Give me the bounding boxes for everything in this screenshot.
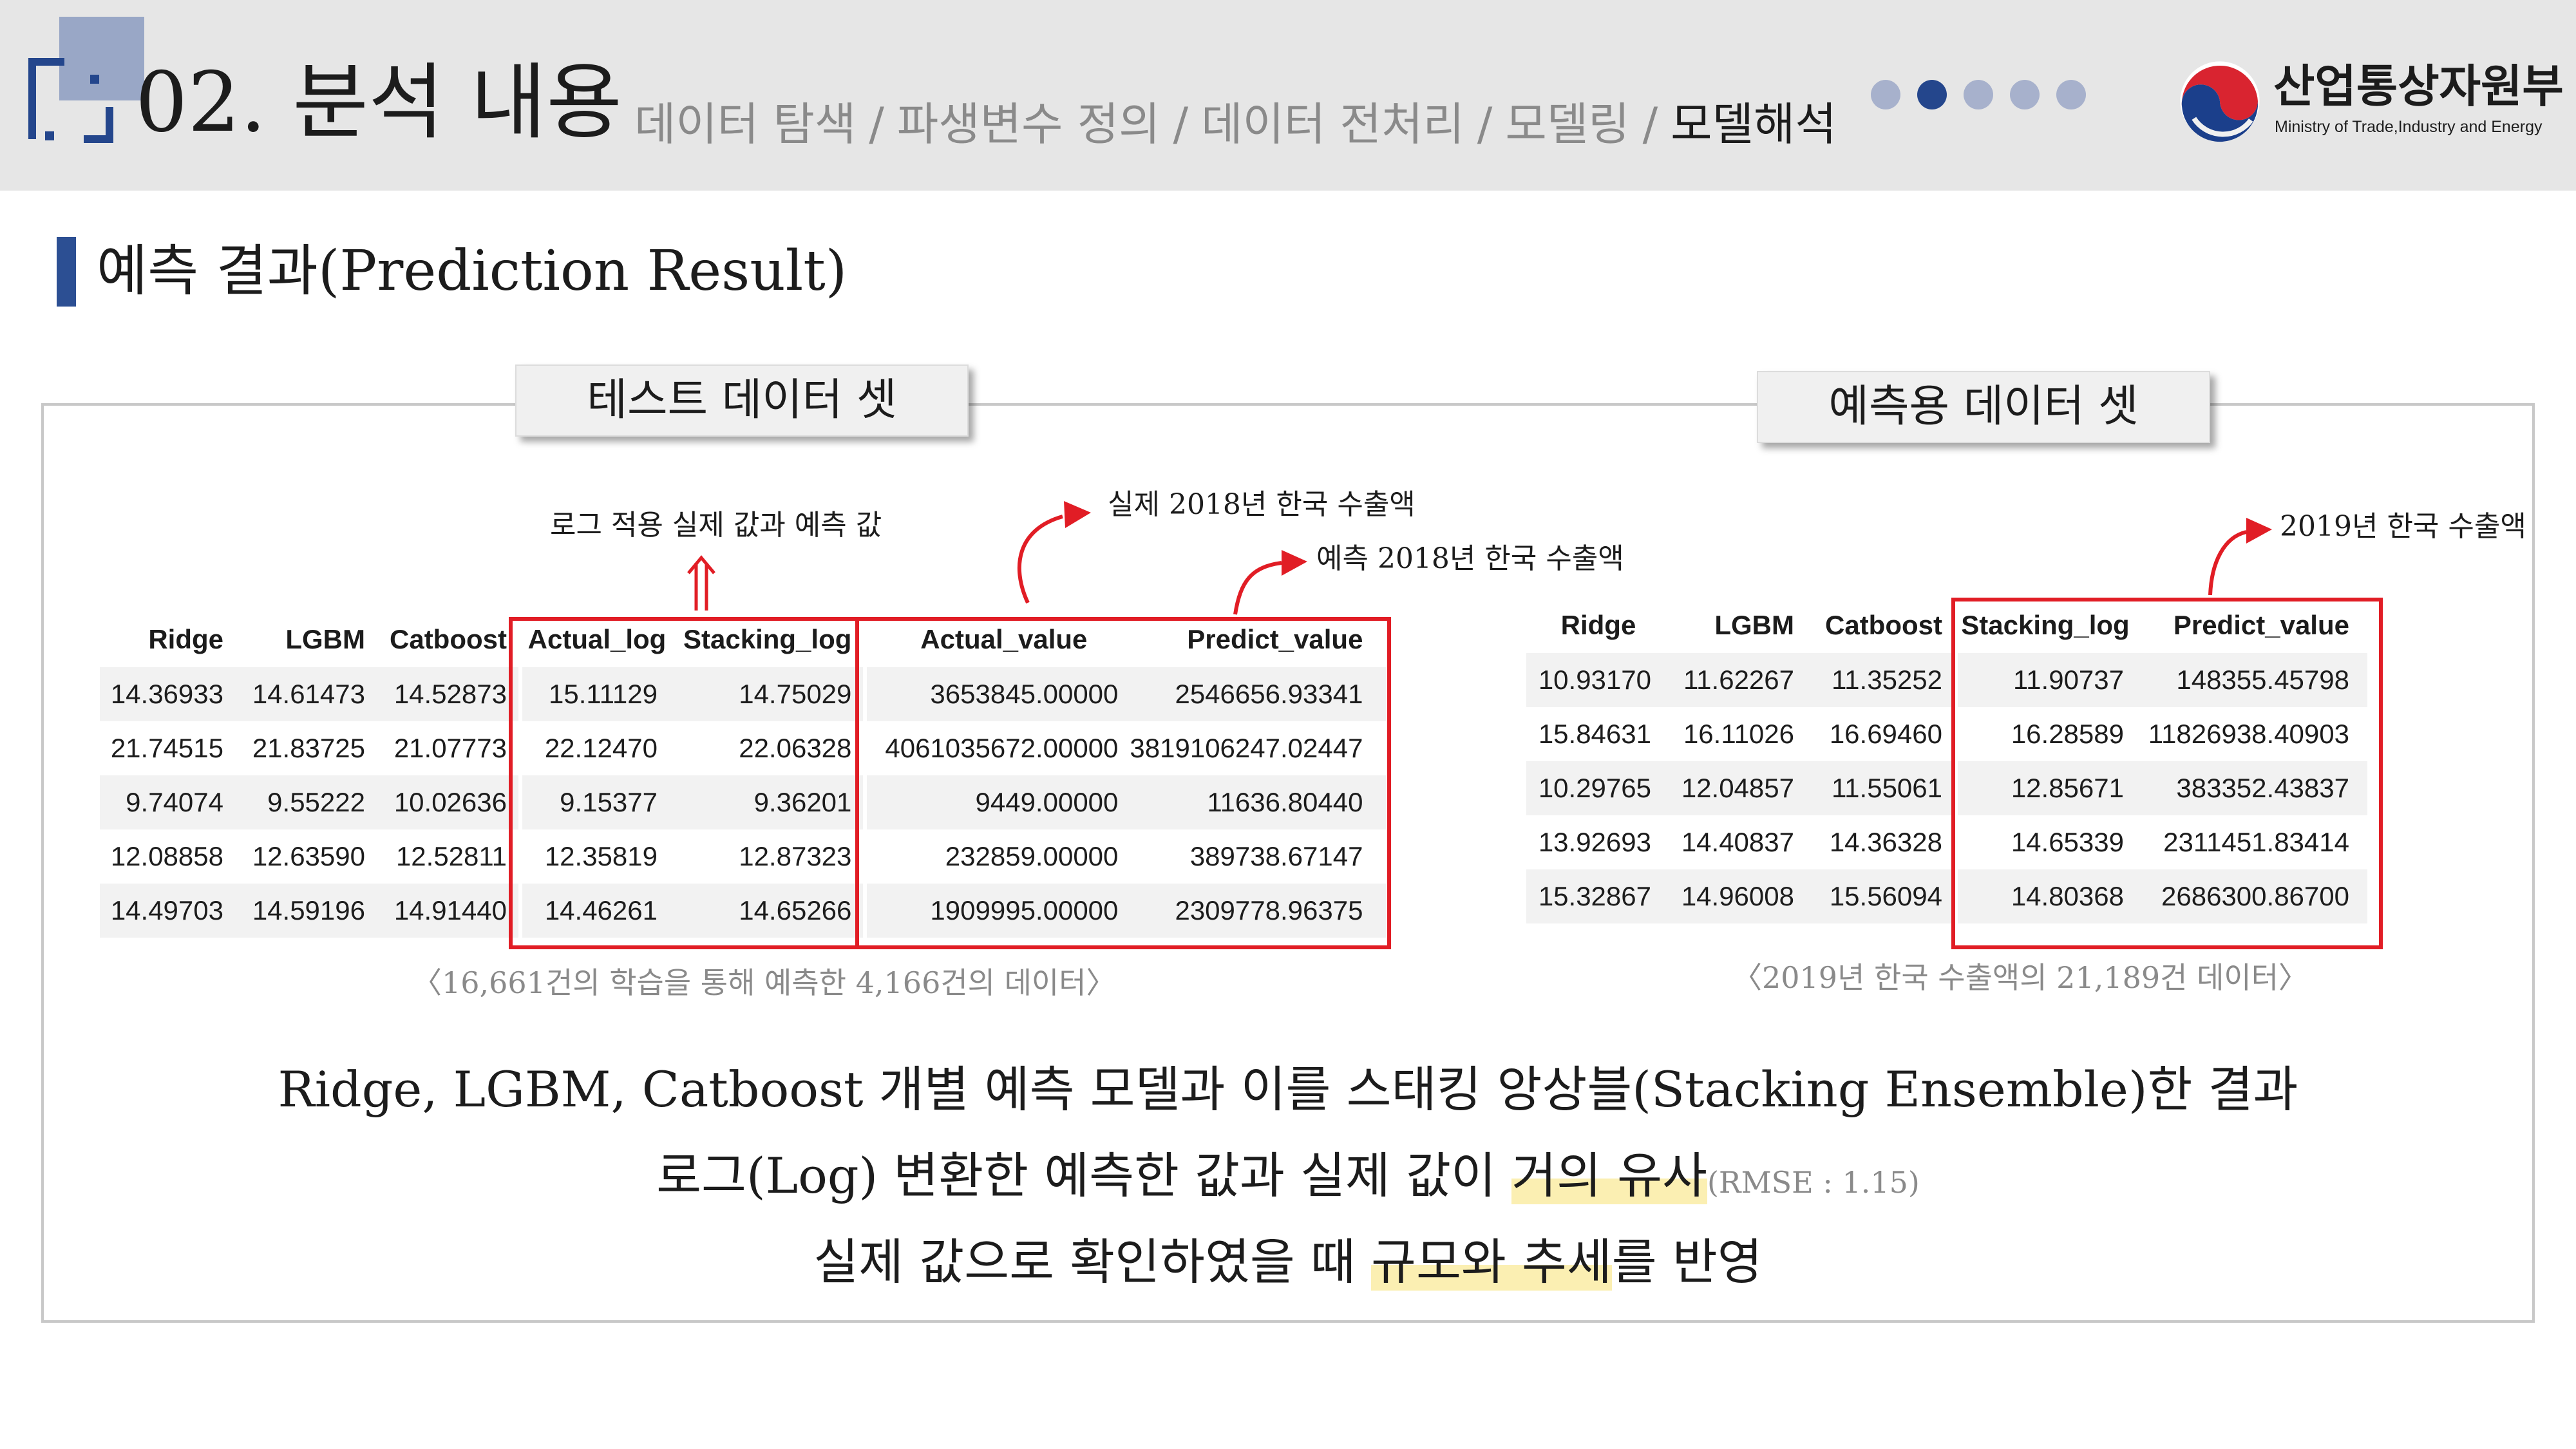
logo-subtitle: Ministry of Trade,Industry and Energy <box>2275 118 2543 136</box>
page-dot-3[interactable] <box>1964 80 1993 109</box>
annotation-actual-2018: 실제 2018년 한국 수출액 <box>1108 488 1416 521</box>
nav-item-derived-vars[interactable]: 파생변수 정의 <box>897 98 1160 151</box>
nav-separator: / <box>1642 98 1658 151</box>
actual-predict-highlight <box>855 617 1391 949</box>
summary-line-1: Ridge, LGBM, Catboost 개별 예측 모델과 이를 스태킹 앙… <box>278 1061 2298 1118</box>
test-table-caption: 〈16,661건의 학습을 통해 예측한 4,166건의 데이터〉 <box>412 965 1116 1000</box>
nav-separator: / <box>869 98 884 151</box>
column-header: Ridge <box>1560 610 1636 640</box>
page-dot-1[interactable] <box>1871 80 1900 109</box>
forecast-highlight <box>1951 598 2383 949</box>
page-indicator <box>1871 80 2086 112</box>
column-header: Ridge <box>148 624 223 654</box>
page-dot-4[interactable] <box>2010 80 2040 109</box>
page-dot-5[interactable] <box>2056 80 2086 109</box>
section-marker <box>57 237 76 307</box>
page-title: 02. 분석 내용 <box>135 55 622 151</box>
forecast-dataset-label: 예측용 데이터 셋 <box>1757 371 2210 443</box>
annotation-predicted-2018: 예측 2018년 한국 수출액 <box>1316 542 1624 575</box>
bracket-icon <box>28 58 113 143</box>
section-title: 예측 결과(Prediction Result) <box>97 239 848 303</box>
column-header: Catboost <box>390 624 507 654</box>
test-dataset-label: 테스트 데이터 셋 <box>515 365 969 437</box>
taegeuk-logo-icon <box>2180 61 2260 142</box>
column-header: Catboost <box>1825 610 1942 640</box>
ministry-logo: 산업통상자원부 Ministry of Trade,Industry and E… <box>2177 58 2564 148</box>
page-dot-2[interactable] <box>1917 80 1947 109</box>
nav-item-interpretation[interactable]: 모델해석 <box>1671 98 1837 151</box>
rmse-note: (RMSE : 1.15) <box>1707 1165 1920 1200</box>
nav-item-modeling[interactable]: 모델링 <box>1505 98 1629 151</box>
summary-line-3: 실제 값으로 확인하였을 때 규모와 추세를 반영 <box>813 1233 1763 1291</box>
nav-separator: / <box>1477 98 1493 151</box>
breadcrumb-nav: 데이터 탐색 / 파생변수 정의 / 데이터 전처리 / 모델링 / 모델해석 <box>634 95 1837 153</box>
highlight-similar: 거의 유사 <box>1511 1147 1707 1204</box>
header-bar: 02. 분석 내용 데이터 탐색 / 파생변수 정의 / 데이터 전처리 / 모델링 / 모델해… <box>0 0 2576 191</box>
summary-line-2: 로그(Log) 변환한 예측한 값과 실제 값이 거의 유사(RMSE : 1.… <box>656 1147 1920 1204</box>
column-header: LGBM <box>285 624 365 654</box>
highlight-scale-trend: 규모와 추세 <box>1371 1233 1612 1291</box>
log-values-highlight <box>509 617 859 949</box>
annotation-log-values: 로그 적용 실제 값과 예측 값 <box>550 509 882 542</box>
forecast-table-caption: 〈2019년 한국 수출액의 21,189건 데이터〉 <box>1732 960 2309 995</box>
nav-item-preprocess[interactable]: 데이터 전처리 <box>1201 98 1464 151</box>
annotation-2019-exports: 2019년 한국 수출액 <box>2280 510 2526 543</box>
column-header: LGBM <box>1714 610 1794 640</box>
nav-item-explore[interactable]: 데이터 탐색 <box>634 98 856 151</box>
nav-separator: / <box>1173 98 1189 151</box>
logo-name: 산업통상자원부 <box>2273 60 2564 113</box>
